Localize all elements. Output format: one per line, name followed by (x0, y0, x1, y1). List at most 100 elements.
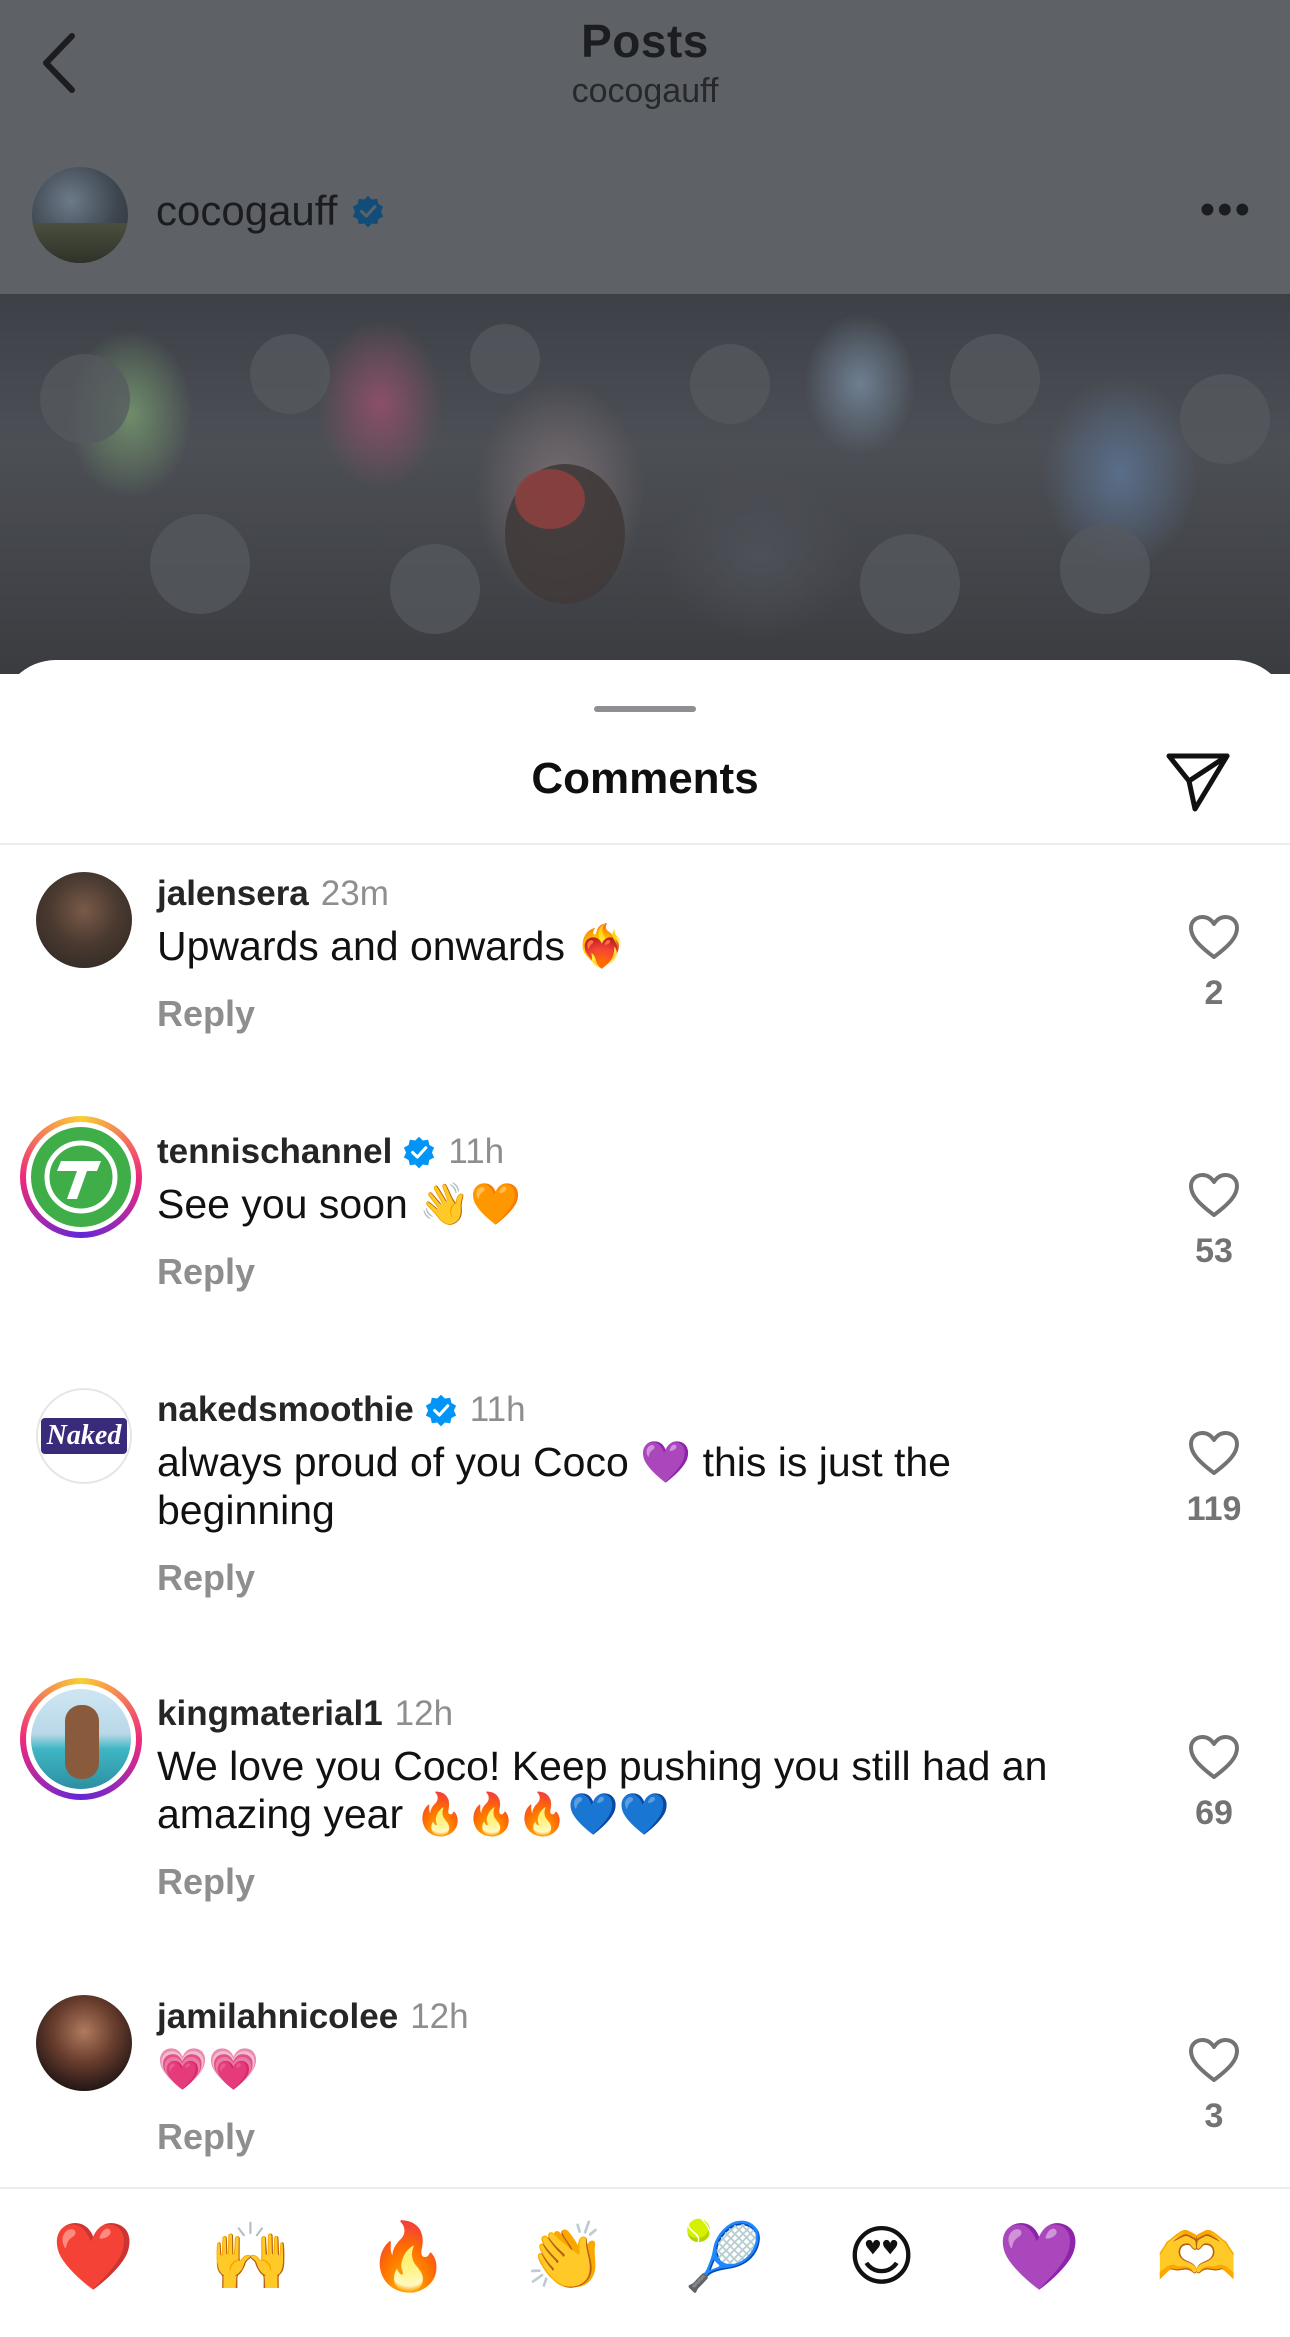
player-headphones (515, 469, 585, 529)
commenter-avatar[interactable] (36, 872, 132, 968)
comment-timestamp: 12h (410, 1997, 469, 2036)
emoji-purple-heart-button[interactable]: 💜 (998, 2216, 1080, 2298)
like-count[interactable]: 69 (1178, 1794, 1250, 1833)
comment-like: 3 (1178, 2037, 1250, 2136)
emoji-reaction-bar: ❤️ 🙌 🔥 👏 🎾 😍 💜 🫶 (0, 2190, 1290, 2337)
comment-like: 2 (1178, 914, 1250, 1013)
reply-button[interactable]: Reply (157, 1250, 1117, 1294)
post-author-username: cocogauff (156, 187, 338, 234)
comment-body: tennischannel 11h See you soon 👋🧡 Reply (157, 1130, 1117, 1294)
tennischannel-t-icon (44, 1140, 118, 1214)
sheet-header-divider (0, 843, 1290, 845)
reply-button[interactable]: Reply (157, 992, 1117, 1036)
crowd-figure (390, 544, 480, 634)
reply-button[interactable]: Reply (157, 1556, 1117, 1600)
commenter-avatar[interactable] (20, 1678, 142, 1800)
comment-like: 119 (1178, 1430, 1250, 1529)
like-count[interactable]: 119 (1178, 1490, 1250, 1529)
emoji-heart-eyes-button[interactable]: 😍 (841, 2216, 923, 2298)
share-button[interactable] (1160, 744, 1236, 820)
emoji-fire-button[interactable]: 🔥 (367, 2216, 449, 2298)
heart-icon[interactable] (1188, 2037, 1240, 2083)
comment-timestamp: 11h (448, 1132, 505, 1171)
heart-icon[interactable] (1188, 1430, 1240, 1476)
comment-username[interactable]: jamilahnicolee (157, 1995, 398, 2039)
crowd-figure (470, 324, 540, 394)
comment-meta: jamilahnicolee 12h (157, 1995, 1117, 2039)
comments-sheet: Comments jalensera 23m Upwards and onwar… (0, 660, 1290, 2337)
commenter-avatar[interactable]: Naked (36, 1388, 132, 1484)
heart-icon[interactable] (1188, 1734, 1240, 1780)
emoji-heart-hands-button[interactable]: 🫶 (1156, 2216, 1238, 2298)
avatar-person (65, 1705, 99, 1779)
comment-like: 69 (1178, 1734, 1250, 1833)
emoji-red-heart-button[interactable]: ❤️ (52, 2216, 134, 2298)
ellipsis-icon: ••• (1199, 185, 1252, 234)
comment-item: kingmaterial1 12h We love you Coco! Keep… (0, 1678, 1290, 1912)
comment-item: jalensera 23m Upwards and onwards ❤️‍🔥 R… (0, 872, 1290, 1042)
crowd-figure (950, 334, 1040, 424)
crowd-figure (1060, 524, 1150, 614)
emoji-raised-hands-button[interactable]: 🙌 (210, 2216, 292, 2298)
more-options-button[interactable]: ••• (1200, 188, 1252, 232)
like-count[interactable]: 2 (1178, 974, 1250, 1013)
comment-body: nakedsmoothie 11h always proud of you Co… (157, 1388, 1117, 1600)
verified-badge-icon (425, 1394, 456, 1427)
avatar-ring-inner (26, 1122, 136, 1232)
comment-text: We love you Coco! Keep pushing you still… (157, 1743, 1048, 1837)
emoji-bar-divider (0, 2187, 1290, 2189)
commenter-avatar[interactable] (36, 1995, 132, 2091)
naked-logo-text: Naked (40, 1418, 128, 1454)
reply-button[interactable]: Reply (157, 2115, 1117, 2159)
comment-like: 53 (1178, 1172, 1250, 1271)
comment-meta: tennischannel 11h (157, 1130, 1117, 1174)
verified-badge-icon (404, 1136, 435, 1169)
comment-timestamp: 23m (320, 874, 389, 913)
commenter-avatar[interactable] (20, 1116, 142, 1238)
send-icon (1166, 753, 1230, 812)
verified-badge-icon (353, 195, 384, 228)
page-subtitle: cocogauff (571, 72, 719, 110)
comment-text: 💗💗 (157, 2046, 260, 2092)
avatar-photo (31, 1689, 131, 1789)
crowd-figure (250, 334, 330, 414)
sheet-grabber-handle[interactable] (594, 706, 696, 712)
reply-button[interactable]: Reply (157, 1860, 1117, 1904)
post-image[interactable] (0, 294, 1290, 674)
comment-meta: kingmaterial1 12h (157, 1692, 1117, 1736)
crowd-figure (40, 354, 130, 444)
crowd-figure (690, 344, 770, 424)
comment-body: jamilahnicolee 12h 💗💗 Reply (157, 1995, 1117, 2159)
post-author[interactable]: cocogauff (156, 187, 385, 235)
comment-meta: nakedsmoothie 11h (157, 1388, 1117, 1432)
like-count[interactable]: 3 (1178, 2097, 1250, 2136)
comment-text: See you soon 👋🧡 (157, 1181, 522, 1227)
comment-username[interactable]: kingmaterial1 (157, 1692, 383, 1736)
tennischannel-logo (31, 1127, 131, 1227)
post-header: cocogauff ••• (0, 140, 1290, 294)
post-author-avatar[interactable] (32, 167, 128, 263)
comment-item: tennischannel 11h See you soon 👋🧡 Reply … (0, 1116, 1290, 1300)
comment-username[interactable]: tennischannel (157, 1130, 392, 1174)
crowd-figure (1180, 374, 1270, 464)
heart-icon[interactable] (1188, 914, 1240, 960)
crowd-figure (860, 534, 960, 634)
comment-body: jalensera 23m Upwards and onwards ❤️‍🔥 R… (157, 872, 1117, 1036)
comments-title: Comments (531, 754, 759, 803)
comment-meta: jalensera 23m (157, 872, 1117, 916)
emoji-clapping-hands-button[interactable]: 👏 (525, 2216, 607, 2298)
comment-body: kingmaterial1 12h We love you Coco! Keep… (157, 1692, 1117, 1904)
comment-text: always proud of you Coco 💜 this is just … (157, 1439, 951, 1533)
comment-username[interactable]: nakedsmoothie (157, 1388, 414, 1432)
like-count[interactable]: 53 (1178, 1232, 1250, 1271)
comment-text: Upwards and onwards ❤️‍🔥 (157, 923, 628, 969)
comment-item: jamilahnicolee 12h 💗💗 Reply 3 (0, 1995, 1290, 2165)
comment-item: Naked nakedsmoothie 11h always proud of … (0, 1388, 1290, 1608)
comment-timestamp: 12h (394, 1694, 454, 1733)
comment-timestamp: 11h (469, 1390, 526, 1429)
avatar-ring-inner (26, 1684, 136, 1794)
emoji-tennis-ball-button[interactable]: 🎾 (683, 2216, 765, 2298)
comment-username[interactable]: jalensera (157, 872, 309, 916)
page-title: Posts (581, 15, 709, 67)
heart-icon[interactable] (1188, 1172, 1240, 1218)
